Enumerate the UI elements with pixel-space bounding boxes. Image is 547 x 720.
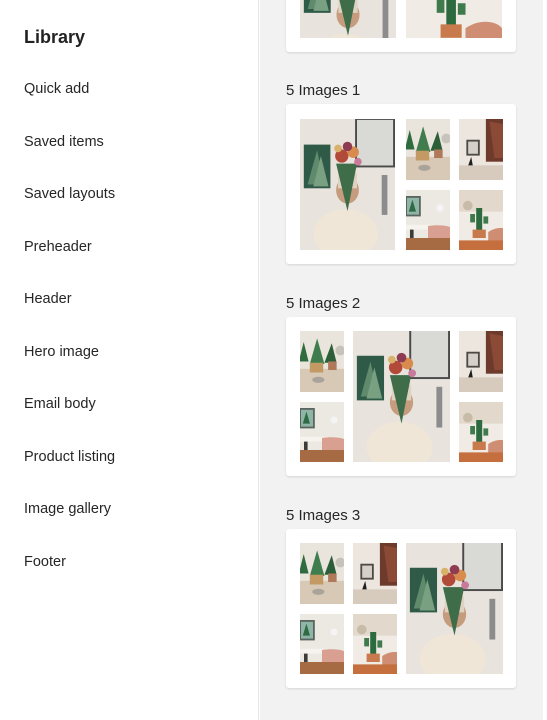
library-title: Library <box>24 27 86 47</box>
nav-item-product-listing[interactable]: Product listing <box>24 448 115 501</box>
block-image <box>300 331 344 392</box>
block-image <box>300 0 396 38</box>
block-image <box>459 190 503 250</box>
nav-item-image-gallery[interactable]: Image gallery <box>24 500 115 553</box>
block-image <box>406 119 450 180</box>
block-image <box>300 119 395 250</box>
block-image <box>300 402 344 462</box>
block-image <box>353 543 397 604</box>
nav-item-saved-items[interactable]: Saved items <box>24 133 115 186</box>
nav-item-hero-image[interactable]: Hero image <box>24 343 115 396</box>
nav-item-saved-layouts[interactable]: Saved layouts <box>24 185 115 238</box>
block-image <box>353 331 450 462</box>
block-image <box>406 190 450 250</box>
nav-item-quick-add[interactable]: Quick add <box>24 80 115 133</box>
gallery-block-card-2[interactable] <box>286 317 516 476</box>
library-nav: Quick add Saved items Saved layouts Preh… <box>24 80 115 605</box>
section-title: 5 Images 1 <box>286 82 361 99</box>
section-title: 5 Images 3 <box>286 507 361 524</box>
gallery-block-card-3[interactable] <box>286 529 516 688</box>
block-image <box>406 543 503 674</box>
block-image <box>406 0 502 38</box>
section-title: 5 Images 2 <box>286 295 361 312</box>
gallery-block-card-1[interactable] <box>286 104 516 264</box>
panel-right-edge <box>543 0 547 720</box>
block-image <box>459 119 503 180</box>
block-image <box>459 402 503 462</box>
nav-item-email-body[interactable]: Email body <box>24 395 115 448</box>
gallery-panel: 5 Images 1 5 Images 2 5 Images 3 <box>260 0 547 720</box>
nav-item-footer[interactable]: Footer <box>24 553 115 606</box>
nav-item-preheader[interactable]: Preheader <box>24 238 115 291</box>
nav-item-header[interactable]: Header <box>24 290 115 343</box>
library-sidebar: Library Quick add Saved items Saved layo… <box>0 0 259 720</box>
block-image <box>300 543 344 604</box>
block-image <box>353 614 397 674</box>
gallery-block-card-partial[interactable] <box>286 0 516 52</box>
block-image <box>459 331 503 392</box>
block-image <box>300 614 344 674</box>
